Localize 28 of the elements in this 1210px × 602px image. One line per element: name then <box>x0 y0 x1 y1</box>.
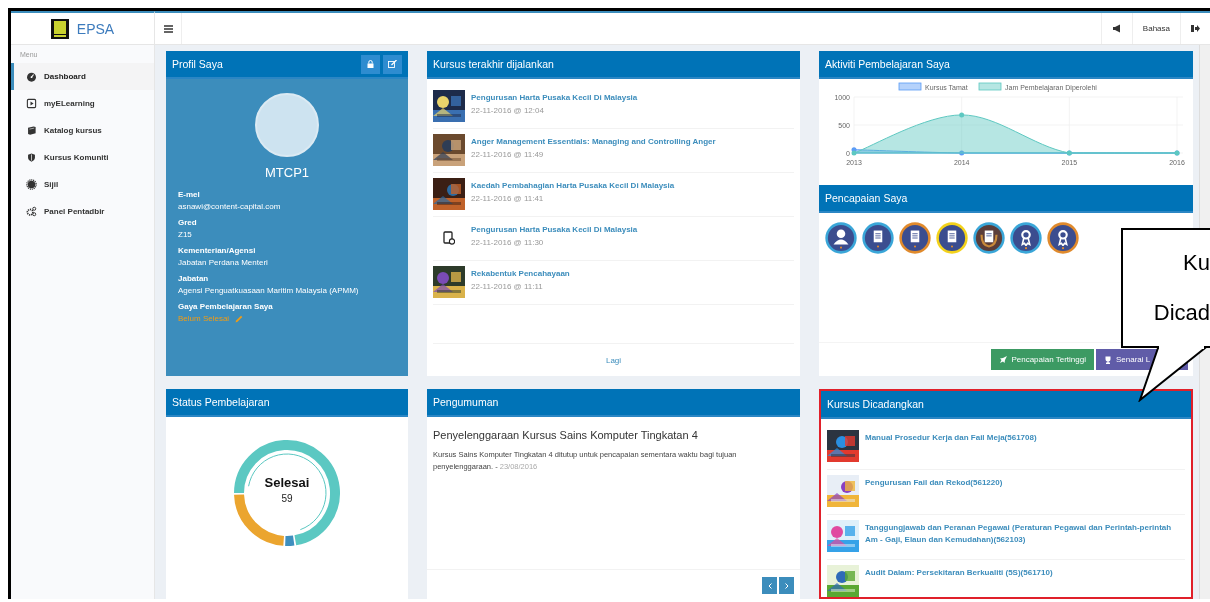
card-title: Pengumuman <box>433 396 499 408</box>
card-title: Pencapaian Saya <box>825 192 908 204</box>
field-label: Jabatan <box>178 274 210 283</box>
course-date: 22-11-2016 @ 11:41 <box>471 194 545 203</box>
donut-label: Selesai <box>264 475 310 490</box>
announcement-title: Penyelenggaraan Kursus Sains Komputer Tingkatan 4 <box>433 429 699 441</box>
field-label: Kementerian/Agensi <box>178 246 257 255</box>
card-title: Profil Saya <box>172 58 223 70</box>
course-date: 22-11-2016 @ 11:30 <box>471 238 545 247</box>
card-title: Aktiviti Pembelajaran Saya <box>825 58 950 70</box>
card-title: Kursus Dicadangkan <box>827 398 924 410</box>
callout-text: Dicad <box>1153 302 1210 324</box>
course-date: 22-11-2016 @ 11:11 <box>471 282 544 291</box>
field-label: E-mel <box>178 190 201 199</box>
callout-text: Ku <box>1183 252 1210 274</box>
field-value: Jabatan Perdana Menteri <box>178 258 269 267</box>
profile-name: MTCP1 <box>263 165 311 180</box>
card-title: Kursus terakhir dijalankan <box>433 58 554 70</box>
field-value: asnawi@content-capital.com <box>178 202 282 211</box>
donut-value: 59 <box>281 493 293 504</box>
brand-name: EPSA <box>76 20 115 37</box>
card-title: Status Pembelajaran <box>172 396 270 408</box>
field-label: Gred <box>178 218 198 227</box>
field-label: Gaya Pembelajaran Saya <box>178 302 274 311</box>
field-value: Z15 <box>178 230 193 239</box>
course-date: 22-11-2016 @ 12:04 <box>471 106 545 115</box>
field-value: Agensi Penguatkuasaan Maritim Malaysia (APMM) <box>178 286 360 295</box>
course-date: 22-11-2016 @ 11:49 <box>471 150 545 159</box>
